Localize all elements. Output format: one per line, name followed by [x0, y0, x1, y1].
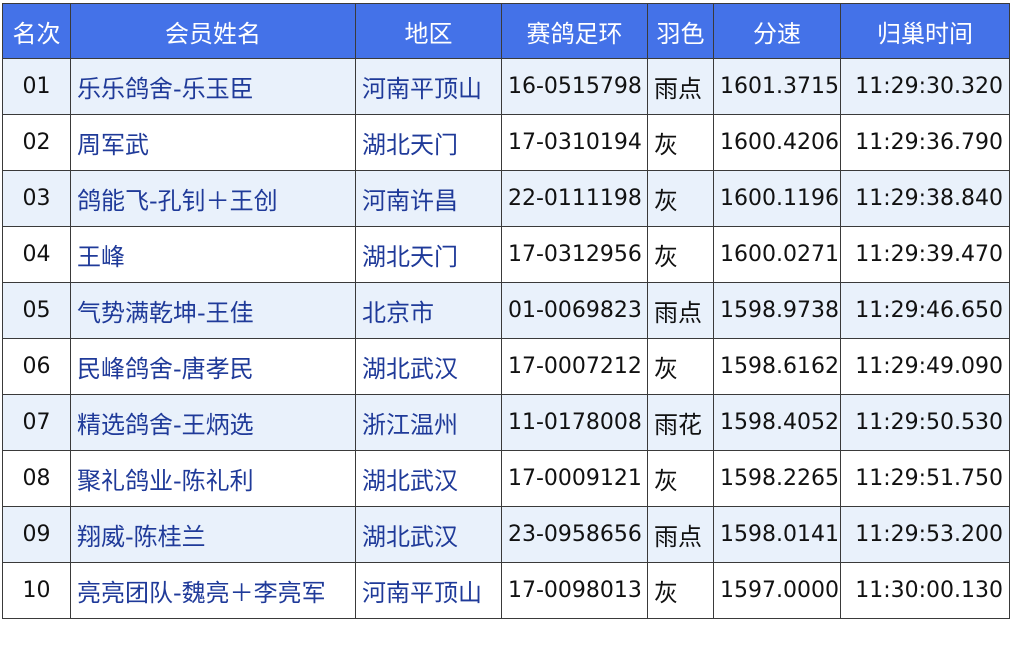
region-cell: 湖北武汉 [355, 450, 502, 507]
arrival-time-cell: 11:29:46.650 [840, 282, 1010, 339]
table-row: 06 民峰鸽舍-唐孝民 湖北武汉 17-0007212 灰 1598.6162 11:29:… [2, 338, 1010, 395]
rank-cell: 04 [2, 226, 71, 283]
table-row: 01 乐乐鸽舍-乐玉臣 河南平顶山 16-0515798 雨点 1601.3715 11:2… [2, 58, 1010, 115]
region-cell: 湖北天门 [355, 226, 502, 283]
feather-color-cell: 灰 [647, 338, 714, 395]
speed-cell: 1598.2265 [713, 450, 841, 507]
table-row: 07 精选鸽舍-王炳选 浙江温州 11-0178008 雨花 1598.4052 11:29… [2, 394, 1010, 451]
feather-color-cell: 灰 [647, 562, 714, 619]
arrival-time-cell: 11:30:00.130 [840, 562, 1010, 619]
ring-number-cell: 17-0007212 [501, 338, 648, 395]
member-name-cell: 聚礼鸽业-陈礼利 [70, 450, 356, 507]
region-cell: 湖北武汉 [355, 338, 502, 395]
speed-cell: 1598.9738 [713, 282, 841, 339]
table-row: 10 亮亮团队-魏亮＋李亮军 河南平顶山 17-0098013 灰 1597.0000 11… [2, 562, 1010, 619]
region-cell: 河南平顶山 [355, 562, 502, 619]
ring-number-cell: 17-0310194 [501, 114, 648, 171]
member-name-cell: 气势满乾坤-王佳 [70, 282, 356, 339]
table-row: 02 周军武 湖北天门 17-0310194 灰 1600.4206 11:29:36.79… [2, 114, 1010, 171]
member-name-cell: 精选鸽舍-王炳选 [70, 394, 356, 451]
ring-number-cell: 17-0312956 [501, 226, 648, 283]
table-row: 05 气势满乾坤-王佳 北京市 01-0069823 雨点 1598.9738 11:29:… [2, 282, 1010, 339]
feather-color-cell: 灰 [647, 170, 714, 227]
ring-number-cell: 11-0178008 [501, 394, 648, 451]
speed-cell: 1600.4206 [713, 114, 841, 171]
arrival-time-cell: 11:29:38.840 [840, 170, 1010, 227]
header-member-name: 会员姓名 [70, 3, 356, 59]
rank-cell: 09 [2, 506, 71, 563]
rank-cell: 06 [2, 338, 71, 395]
feather-color-cell: 雨点 [647, 282, 714, 339]
arrival-time-cell: 11:29:30.320 [840, 58, 1010, 115]
ring-number-cell: 17-0098013 [501, 562, 648, 619]
rank-cell: 03 [2, 170, 71, 227]
table-row: 08 聚礼鸽业-陈礼利 湖北武汉 17-0009121 灰 1598.2265 11:29:… [2, 450, 1010, 507]
feather-color-cell: 灰 [647, 114, 714, 171]
rank-cell: 10 [2, 562, 71, 619]
member-name-cell: 亮亮团队-魏亮＋李亮军 [70, 562, 356, 619]
feather-color-cell: 雨花 [647, 394, 714, 451]
arrival-time-cell: 11:29:51.750 [840, 450, 1010, 507]
table-body: 01 乐乐鸽舍-乐玉臣 河南平顶山 16-0515798 雨点 1601.3715 11:2… [2, 58, 1010, 619]
region-cell: 河南许昌 [355, 170, 502, 227]
region-cell: 河南平顶山 [355, 58, 502, 115]
arrival-time-cell: 11:29:50.530 [840, 394, 1010, 451]
race-results-table: 名次 会员姓名 地区 赛鸽足环 羽色 分速 归巢时间 01 乐乐鸽舍-乐玉臣 河南平… [2, 3, 1010, 619]
region-cell: 浙江温州 [355, 394, 502, 451]
ring-number-cell: 23-0958656 [501, 506, 648, 563]
rank-cell: 08 [2, 450, 71, 507]
rank-cell: 05 [2, 282, 71, 339]
feather-color-cell: 雨点 [647, 506, 714, 563]
speed-cell: 1601.3715 [713, 58, 841, 115]
header-feather-color: 羽色 [647, 3, 714, 59]
region-cell: 湖北武汉 [355, 506, 502, 563]
member-name-cell: 周军武 [70, 114, 356, 171]
header-region: 地区 [355, 3, 502, 59]
ring-number-cell: 01-0069823 [501, 282, 648, 339]
member-name-cell: 民峰鸽舍-唐孝民 [70, 338, 356, 395]
arrival-time-cell: 11:29:53.200 [840, 506, 1010, 563]
table-row: 04 王峰 湖北天门 17-0312956 灰 1600.0271 11:29:39.470 [2, 226, 1010, 283]
ring-number-cell: 17-0009121 [501, 450, 648, 507]
region-cell: 湖北天门 [355, 114, 502, 171]
header-speed: 分速 [713, 3, 841, 59]
arrival-time-cell: 11:29:39.470 [840, 226, 1010, 283]
rank-cell: 01 [2, 58, 71, 115]
speed-cell: 1600.0271 [713, 226, 841, 283]
feather-color-cell: 灰 [647, 226, 714, 283]
arrival-time-cell: 11:29:49.090 [840, 338, 1010, 395]
header-ring-number: 赛鸽足环 [501, 3, 648, 59]
ring-number-cell: 22-0111198 [501, 170, 648, 227]
arrival-time-cell: 11:29:36.790 [840, 114, 1010, 171]
feather-color-cell: 灰 [647, 450, 714, 507]
rank-cell: 07 [2, 394, 71, 451]
header-arrival-time: 归巢时间 [840, 3, 1010, 59]
feather-color-cell: 雨点 [647, 58, 714, 115]
table-header: 名次 会员姓名 地区 赛鸽足环 羽色 分速 归巢时间 [2, 3, 1010, 59]
member-name-cell: 王峰 [70, 226, 356, 283]
rank-cell: 02 [2, 114, 71, 171]
region-cell: 北京市 [355, 282, 502, 339]
member-name-cell: 鸽能飞-孔钊＋王创 [70, 170, 356, 227]
member-name-cell: 翔威-陈桂兰 [70, 506, 356, 563]
ring-number-cell: 16-0515798 [501, 58, 648, 115]
speed-cell: 1598.0141 [713, 506, 841, 563]
table-row: 09 翔威-陈桂兰 湖北武汉 23-0958656 雨点 1598.0141 11:29:5… [2, 506, 1010, 563]
table-row: 03 鸽能飞-孔钊＋王创 河南许昌 22-0111198 灰 1600.1196 11:29… [2, 170, 1010, 227]
speed-cell: 1600.1196 [713, 170, 841, 227]
member-name-cell: 乐乐鸽舍-乐玉臣 [70, 58, 356, 115]
speed-cell: 1598.6162 [713, 338, 841, 395]
header-row: 名次 会员姓名 地区 赛鸽足环 羽色 分速 归巢时间 [2, 3, 1010, 59]
speed-cell: 1597.0000 [713, 562, 841, 619]
speed-cell: 1598.4052 [713, 394, 841, 451]
header-rank: 名次 [2, 3, 71, 59]
